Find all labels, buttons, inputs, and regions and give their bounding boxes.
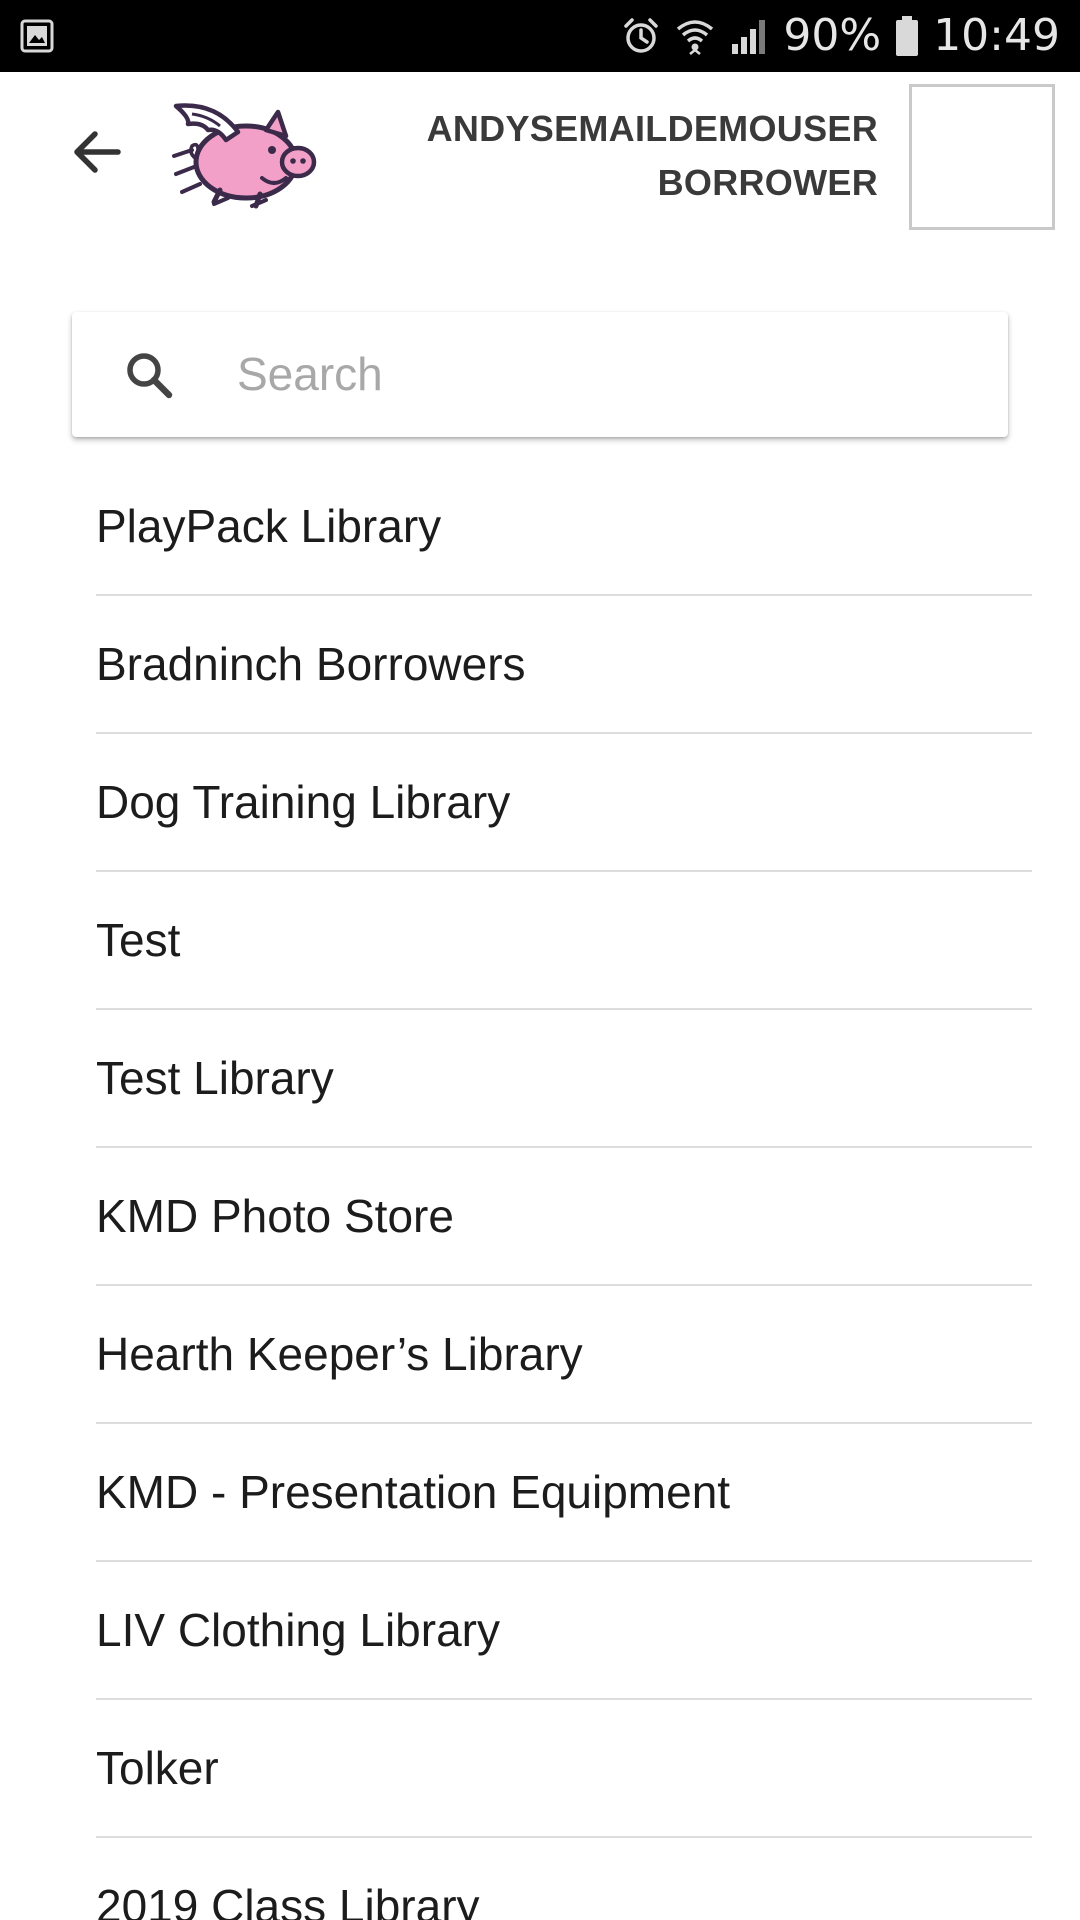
library-name: KMD - Presentation Equipment [96,1466,731,1518]
alarm-icon [624,18,659,53]
search-icon [127,353,173,399]
status-bar: 90% 10:49 [0,0,1080,72]
screen: 90% 10:49 ANDYSEMAILDEMOUSER BORROWER Se… [0,0,1080,1920]
clock: 10:49 [933,10,1060,61]
app-header: ANDYSEMAILDEMOUSER BORROWER [0,72,1080,242]
user-info: ANDYSEMAILDEMOUSER BORROWER [427,102,878,210]
library-name: KMD Photo Store [96,1190,454,1242]
library-name: Test Library [96,1052,334,1104]
library-name: LIV Clothing Library [96,1604,500,1656]
library-list-item[interactable]: Tolker [96,1700,1032,1838]
library-name: Dog Training Library [96,776,511,828]
library-list-item[interactable]: PlayPack Library [96,458,1032,596]
library-name: Test [96,914,181,966]
battery-icon [896,16,919,56]
user-role: BORROWER [657,162,878,203]
battery-percent: 90% [783,10,882,61]
flying-pig-logo [172,103,317,209]
status-right: 90% 10:49 [621,14,1060,58]
library-list-item[interactable]: KMD Photo Store [96,1148,1032,1286]
status-left [20,19,54,53]
library-list-item[interactable]: Test [96,872,1032,1010]
library-name: 2019 Class Library [96,1880,480,1920]
search-input[interactable] [237,334,977,414]
library-list: PlayPack Library Bradninch Borrowers Dog T… [96,458,1032,1920]
signal-icon [732,20,766,54]
library-list-item[interactable]: Test Library [96,1010,1032,1148]
back-button[interactable] [56,112,136,192]
library-list-item[interactable]: LIV Clothing Library [96,1562,1032,1700]
library-name: PlayPack Library [96,500,442,552]
avatar[interactable] [909,84,1055,230]
gallery-notification-icon [20,19,54,53]
library-list-item[interactable]: KMD - Presentation Equipment [96,1424,1032,1562]
search-box [72,312,1008,437]
library-list-item[interactable]: Dog Training Library [96,734,1032,872]
library-name: Bradninch Borrowers [96,638,526,690]
wifi-icon [677,20,714,55]
library-list-item[interactable]: Hearth Keeper’s Library [96,1286,1032,1424]
user-name: ANDYSEMAILDEMOUSER [426,108,878,149]
library-name: Tolker [96,1742,219,1794]
arrow-back-icon [74,131,121,173]
library-list-item[interactable]: Bradninch Borrowers [96,596,1032,734]
library-list-item[interactable]: 2019 Class Library [96,1838,1032,1920]
library-name: Hearth Keeper’s Library [96,1328,583,1380]
